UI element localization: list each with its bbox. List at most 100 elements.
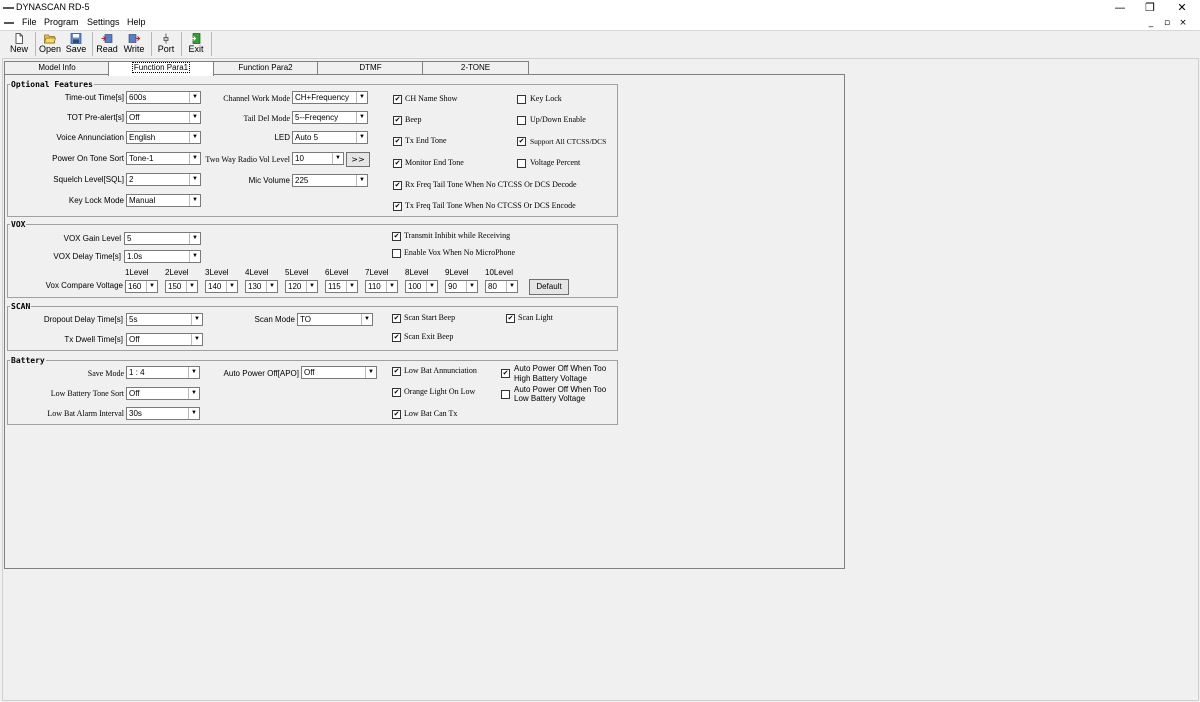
- port-button[interactable]: Port: [155, 32, 177, 57]
- low-bat-can-tx-checkbox[interactable]: ✔: [392, 410, 401, 419]
- vox-level-select[interactable]: 80 ▼: [485, 280, 518, 293]
- scan-mode-select[interactable]: TO ▼: [297, 313, 373, 326]
- vox-level-select[interactable]: 110 ▼: [365, 280, 398, 293]
- chevron-down-icon: ▼: [332, 153, 343, 164]
- apo-high-voltage-label-line2: High Battery Voltage: [514, 374, 587, 383]
- vox-level-select[interactable]: 100 ▼: [405, 280, 438, 293]
- transmit-inhibit-checkbox[interactable]: ✔: [392, 232, 401, 241]
- twoway-select[interactable]: 10 ▼: [292, 152, 344, 165]
- tab-2-tone[interactable]: 2-TONE: [422, 61, 529, 74]
- open-button[interactable]: Open: [39, 32, 61, 57]
- updown-enable-checkbox[interactable]: [517, 116, 526, 125]
- mdi-close-button[interactable]: ×: [1176, 17, 1190, 29]
- vox-default-button[interactable]: Default: [529, 279, 569, 295]
- vox-level-select[interactable]: 90 ▼: [445, 280, 478, 293]
- vox-gain-select[interactable]: 5 ▼: [124, 232, 201, 245]
- write-radio-icon: [128, 34, 140, 43]
- menu-program[interactable]: Program: [44, 17, 79, 27]
- vox-level-select[interactable]: 120 ▼: [285, 280, 318, 293]
- mdi-restore-button[interactable]: ▫: [1160, 17, 1174, 29]
- chevron-down-icon: ▼: [506, 281, 517, 292]
- mic-volume-select[interactable]: 225 ▼: [292, 174, 368, 187]
- apo-select[interactable]: Off ▼: [301, 366, 377, 379]
- mdi-child-icon[interactable]: [4, 22, 14, 24]
- ch-name-show-checkbox[interactable]: ✔: [393, 95, 402, 104]
- save-button[interactable]: Save: [65, 32, 87, 57]
- new-button[interactable]: New: [8, 32, 30, 57]
- key-lock-checkbox[interactable]: [517, 95, 526, 104]
- vox-level-select[interactable]: 115 ▼: [325, 280, 358, 293]
- squelch-select[interactable]: 2 ▼: [126, 173, 201, 186]
- read-radio-icon: [101, 34, 113, 43]
- scan-mode-label: Scan Mode: [254, 315, 295, 324]
- mdi-minimize-button[interactable]: _: [1144, 17, 1158, 29]
- timeout-select[interactable]: 600s ▼: [126, 91, 201, 104]
- vox-level-select[interactable]: 150 ▼: [165, 280, 198, 293]
- tx-tail-tone-label: Tx Freq Tail Tone When No CTCSS Or DCS E…: [405, 201, 576, 210]
- monitor-end-tone-checkbox[interactable]: ✔: [393, 159, 402, 168]
- support-all-ctcss-checkbox[interactable]: ✔: [517, 137, 526, 146]
- vox-level-select[interactable]: 130 ▼: [245, 280, 278, 293]
- taildel-select[interactable]: 5--Freqency ▼: [292, 111, 368, 124]
- tx-end-tone-checkbox[interactable]: ✔: [393, 137, 402, 146]
- apo-value: Off: [304, 368, 315, 377]
- twoway-more-button[interactable]: >>: [346, 152, 370, 167]
- apo-low-voltage-checkbox[interactable]: [501, 390, 510, 399]
- dropout-delay-select[interactable]: 5s ▼: [126, 313, 203, 326]
- chevron-down-icon: ▼: [356, 92, 367, 103]
- save-mode-select[interactable]: 1 : 4 ▼: [126, 366, 200, 379]
- chwork-select[interactable]: CH+Frequency ▼: [292, 91, 368, 104]
- vox-level-select[interactable]: 160 ▼: [125, 280, 158, 293]
- apo-high-voltage-checkbox[interactable]: ✔: [501, 369, 510, 378]
- vox-delay-select[interactable]: 1.0s ▼: [124, 250, 201, 263]
- voice-select[interactable]: English ▼: [126, 131, 201, 144]
- led-select[interactable]: Auto 5 ▼: [292, 131, 368, 144]
- scan-light-checkbox[interactable]: ✔: [506, 314, 515, 323]
- poweron-select[interactable]: Tone-1 ▼: [126, 152, 201, 165]
- orange-light-checkbox[interactable]: ✔: [392, 388, 401, 397]
- chevron-down-icon: ▼: [189, 233, 200, 244]
- rx-tail-tone-checkbox[interactable]: ✔: [393, 181, 402, 190]
- read-button[interactable]: Read: [96, 32, 118, 57]
- scan-start-beep-checkbox[interactable]: ✔: [392, 314, 401, 323]
- minimize-window-button[interactable]: —: [1104, 0, 1136, 16]
- low-bat-alarm-select[interactable]: 30s ▼: [126, 407, 200, 420]
- low-battery-tone-select[interactable]: Off ▼: [126, 387, 200, 400]
- tab-function-para2[interactable]: Function Para2: [212, 61, 319, 74]
- beep-label: Beep: [405, 115, 422, 124]
- menu-help[interactable]: Help: [127, 17, 146, 27]
- tab-dtmf[interactable]: DTMF: [317, 61, 424, 74]
- restore-window-button[interactable]: ❐: [1134, 0, 1166, 16]
- chevron-down-icon: ▼: [189, 112, 200, 123]
- chevron-down-icon: ▼: [146, 281, 157, 292]
- open-folder-icon: [44, 34, 56, 44]
- beep-checkbox[interactable]: ✔: [393, 116, 402, 125]
- save-label: Save: [65, 44, 87, 54]
- save-mode-value: 1 : 4: [129, 368, 145, 377]
- keylock-mode-select[interactable]: Manual ▼: [126, 194, 201, 207]
- tx-tail-tone-checkbox[interactable]: ✔: [393, 202, 402, 211]
- close-window-button[interactable]: ✕: [1166, 0, 1198, 16]
- menu-file[interactable]: File: [22, 17, 37, 27]
- tab-model-info[interactable]: Model Info: [4, 61, 110, 74]
- vox-delay-label: VOX Delay Time[s]: [53, 252, 121, 261]
- apo-low-voltage-label-line1: Auto Power Off When Too: [514, 385, 607, 394]
- vox-level-select[interactable]: 140 ▼: [205, 280, 238, 293]
- exit-button[interactable]: Exit: [185, 32, 207, 57]
- scan-exit-beep-checkbox[interactable]: ✔: [392, 333, 401, 342]
- tot-select[interactable]: Off ▼: [126, 111, 201, 124]
- scan-exit-beep-label: Scan Exit Beep: [404, 332, 454, 341]
- taildel-label: Tail Del Mode: [243, 114, 290, 123]
- vox-level-label: 7Level: [365, 268, 389, 277]
- poweron-label: Power On Tone Sort: [52, 154, 124, 163]
- tab-function-para1[interactable]: Function Para1: [108, 61, 214, 76]
- tx-dwell-select[interactable]: Off ▼: [126, 333, 203, 346]
- chevron-down-icon: ▼: [188, 388, 199, 399]
- toolbar-separator: [92, 32, 93, 56]
- low-bat-annunciation-checkbox[interactable]: ✔: [392, 367, 401, 376]
- vox-no-mic-checkbox[interactable]: [392, 249, 401, 258]
- menu-settings[interactable]: Settings: [87, 17, 120, 27]
- dropout-delay-label: Dropout Delay Time[s]: [43, 315, 123, 324]
- voltage-percent-checkbox[interactable]: [517, 159, 526, 168]
- write-button[interactable]: Write: [122, 32, 146, 57]
